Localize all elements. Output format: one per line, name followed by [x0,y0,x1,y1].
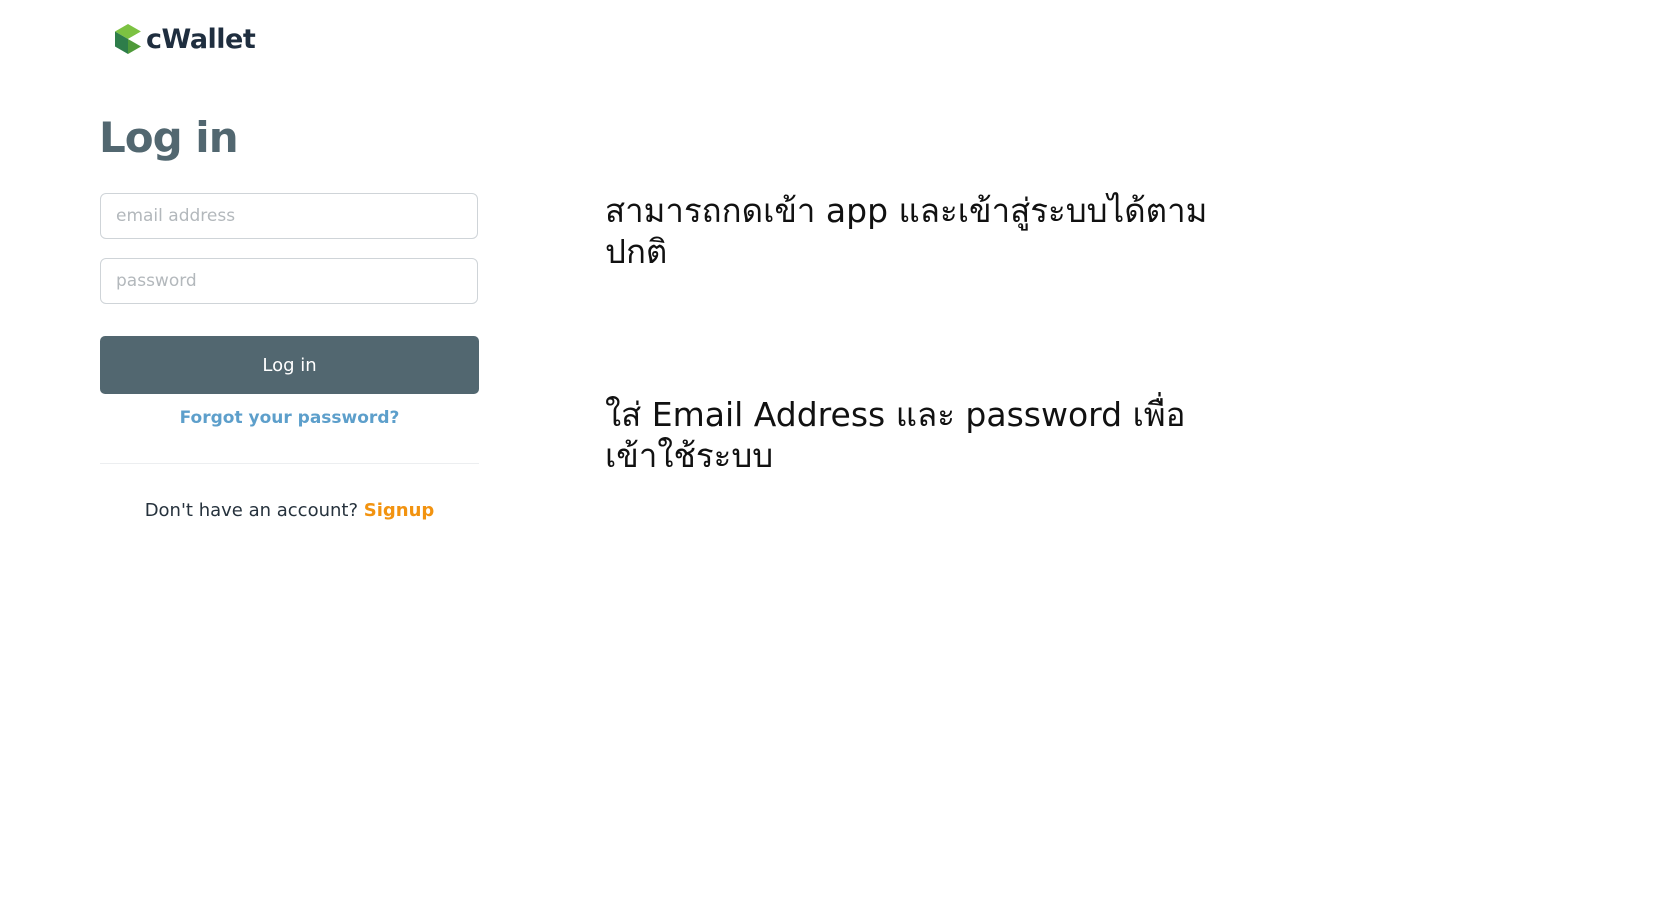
login-page: cWallet Log in Log in Forgot your passwo… [0,0,1656,918]
page-title: Log in [99,113,239,162]
email-field[interactable] [100,193,478,239]
instruction-note-2: ใส่ Email Address และ password เพื่อเข้า… [605,395,1186,475]
brand-logo[interactable]: cWallet [115,22,256,56]
signup-link[interactable]: Signup [364,500,435,521]
forgot-password-link[interactable]: Forgot your password? [100,404,479,432]
signup-row: Don't have an account? Signup [100,497,479,525]
divider [100,463,479,464]
password-field[interactable] [100,258,478,304]
login-button[interactable]: Log in [100,336,479,394]
brand-name: cWallet [146,23,256,55]
cwallet-logo-icon [115,24,141,54]
signup-prompt: Don't have an account? [144,500,359,521]
instruction-note-1: สามารถกดเข้า app และเข้าสู่ระบบได้ตามปกต… [605,191,1208,271]
